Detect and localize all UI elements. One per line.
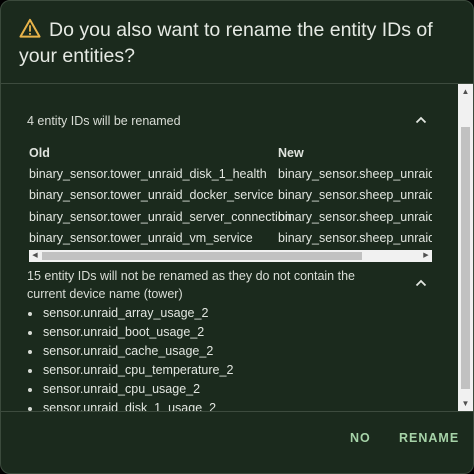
vertical-scroll-thumb[interactable] <box>461 127 470 389</box>
column-header-new: New <box>278 146 304 160</box>
dialog-content[interactable]: 4 entity IDs will be renamed Old New bin… <box>1 84 458 411</box>
no-button[interactable]: NO <box>350 431 371 445</box>
old-entity-id: binary_sensor.tower_unraid_server_connec… <box>29 210 292 224</box>
content-vertical-scrollbar[interactable]: ▲ ▼ <box>458 84 473 411</box>
scroll-right-arrow-icon[interactable]: ▶ <box>420 250 432 262</box>
horizontal-scroll-thumb[interactable] <box>42 252 362 260</box>
list-item: sensor.unraid_array_usage_2 <box>25 304 233 323</box>
warning-icon <box>19 18 41 38</box>
skipped-entities-list: sensor.unraid_array_usage_2 sensor.unrai… <box>25 304 233 411</box>
old-entity-id: binary_sensor.tower_unraid_docker_servic… <box>29 188 274 202</box>
skip-section-header[interactable]: 15 entity IDs will not be renamed as the… <box>27 267 397 303</box>
new-entity-id: binary_sensor.sheep_unraid_vm_service <box>278 231 432 245</box>
scroll-up-arrow-icon[interactable]: ▲ <box>458 84 473 99</box>
scroll-down-arrow-icon[interactable]: ▼ <box>458 396 473 411</box>
column-header-old: Old <box>29 146 50 160</box>
list-item: sensor.unraid_cache_usage_2 <box>25 342 233 361</box>
dialog-title-text: Do you also want to rename the entity ID… <box>19 19 433 67</box>
new-entity-id: binary_sensor.sheep_unraid_docker_servic… <box>278 188 432 202</box>
chevron-up-icon[interactable] <box>413 275 429 291</box>
footer-divider <box>1 411 473 412</box>
old-entity-id: binary_sensor.tower_unraid_disk_1_health <box>29 167 267 181</box>
scroll-left-arrow-icon[interactable]: ◀ <box>29 250 41 262</box>
table-horizontal-scrollbar[interactable]: ◀ ▶ <box>29 250 432 262</box>
rename-entity-ids-dialog: Do you also want to rename the entity ID… <box>0 0 474 474</box>
list-item: sensor.unraid_boot_usage_2 <box>25 323 233 342</box>
new-entity-id: binary_sensor.sheep_unraid_server_connec… <box>278 210 432 224</box>
rename-section-header[interactable]: 4 entity IDs will be renamed <box>27 112 181 130</box>
chevron-up-icon[interactable] <box>413 112 429 128</box>
old-entity-id: binary_sensor.tower_unraid_vm_service <box>29 231 253 245</box>
rename-button[interactable]: RENAME <box>399 431 459 445</box>
list-item: sensor.unraid_cpu_usage_2 <box>25 380 233 399</box>
dialog-title: Do you also want to rename the entity ID… <box>19 17 459 69</box>
list-item: sensor.unraid_disk_1_usage_2 <box>25 399 233 411</box>
new-entity-id: binary_sensor.sheep_unraid_disk_1_health <box>278 167 432 181</box>
list-item: sensor.unraid_cpu_temperature_2 <box>25 361 233 380</box>
